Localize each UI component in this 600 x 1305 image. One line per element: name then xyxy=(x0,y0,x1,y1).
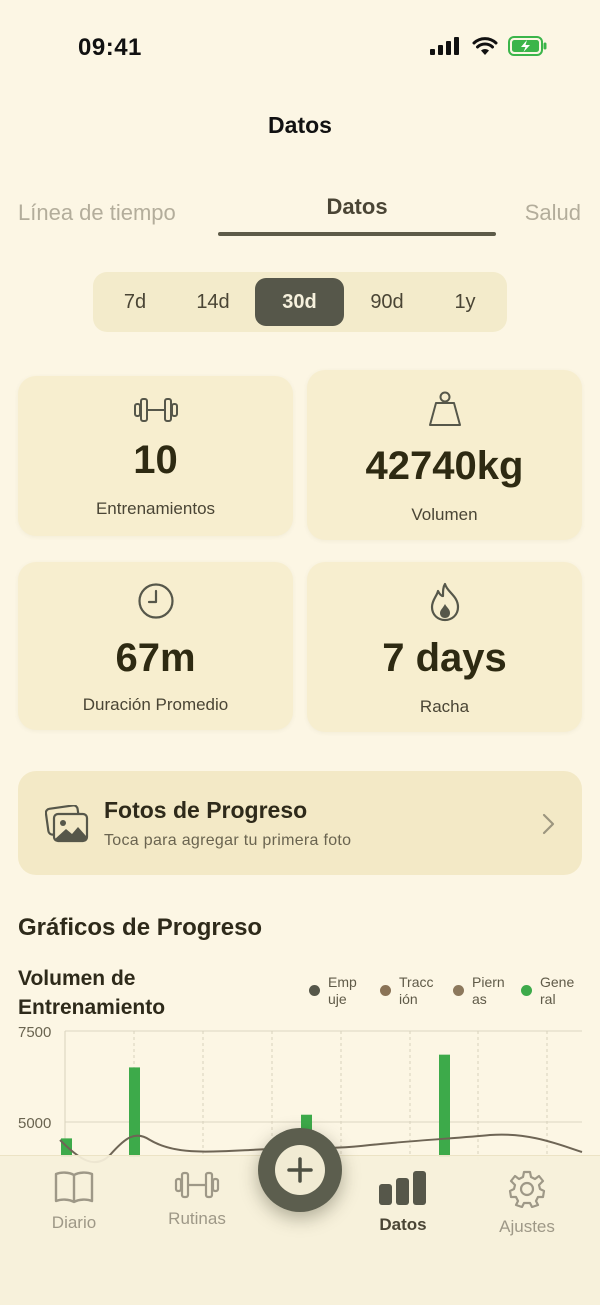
stat-card-volume: 42740kg Volumen xyxy=(307,370,582,540)
add-workout-button[interactable] xyxy=(258,1128,342,1212)
range-1y[interactable]: 1y xyxy=(433,278,497,326)
workouts-label: Entrenamientos xyxy=(95,499,216,518)
legend-dot xyxy=(380,985,391,996)
legend-label: General xyxy=(540,974,575,1007)
tab-timeline[interactable]: Línea de tiempo xyxy=(18,200,176,226)
photos-icon xyxy=(45,805,89,843)
legend-item-legs: Piernas xyxy=(453,974,508,1008)
status-icons xyxy=(430,36,548,56)
tab-settings[interactable]: Ajustes xyxy=(472,1170,582,1237)
bar-general[interactable] xyxy=(439,1054,450,1157)
plus-icon xyxy=(275,1145,325,1195)
plus-glyph xyxy=(287,1157,313,1183)
tab-label: Rutinas xyxy=(168,1209,226,1228)
signal-icon xyxy=(430,37,459,55)
legend-item-pull: Tracción xyxy=(380,974,435,1008)
legend-label: Tracción xyxy=(399,974,434,1007)
y-tick-label: 5000 xyxy=(18,1115,51,1132)
chevron-right-icon xyxy=(542,813,555,835)
range-90d[interactable]: 90d xyxy=(351,278,423,326)
range-selector: 7d 14d 30d 90d 1y xyxy=(93,272,507,332)
volume-label: Volumen xyxy=(411,505,478,524)
battery-icon xyxy=(508,36,547,56)
tab-underline xyxy=(218,232,496,236)
stat-card-workouts: 10 Entrenamientos xyxy=(18,376,293,536)
section-title: Gráficos de Progreso xyxy=(18,914,263,941)
photos-title: Fotos de Progreso xyxy=(104,797,308,823)
range-30d[interactable]: 30d xyxy=(255,278,344,326)
range-14d[interactable]: 14d xyxy=(177,278,249,326)
photos-subtitle: Toca para agregar tu primera foto xyxy=(104,832,352,849)
page-title: Datos xyxy=(268,112,332,138)
clock-icon xyxy=(137,583,174,619)
streak-value: 7 days xyxy=(382,636,507,680)
tab-diary[interactable]: Diario xyxy=(19,1170,129,1233)
legend-label: Empuje xyxy=(328,974,357,1007)
dumbbell-icon xyxy=(174,1171,220,1199)
legend-item-general: General xyxy=(521,974,576,1008)
dumbbell-icon xyxy=(133,398,178,422)
tab-label: Datos xyxy=(379,1215,427,1234)
bar-general[interactable] xyxy=(129,1067,140,1157)
tab-health[interactable]: Salud xyxy=(525,200,581,226)
tab-data[interactable]: Datos xyxy=(218,194,496,220)
streak-label: Racha xyxy=(419,697,470,716)
legend-item-push: Empuje xyxy=(309,974,364,1008)
workouts-value: 10 xyxy=(133,438,178,482)
weight-icon xyxy=(428,391,461,426)
chart-title: Volumen de Entrenamiento xyxy=(18,967,166,1019)
gear-icon xyxy=(508,1170,546,1209)
stat-card-duration: 67m Duración Promedio xyxy=(18,562,293,730)
tab-routines[interactable]: Rutinas xyxy=(142,1170,252,1229)
y-tick-label: 7500 xyxy=(18,1024,51,1041)
book-icon xyxy=(54,1171,94,1204)
legend-dot xyxy=(453,985,464,996)
duration-label: Duración Promedio xyxy=(82,695,229,714)
stat-card-streak: 7 days Racha xyxy=(307,562,582,732)
tab-label: Diario xyxy=(51,1213,97,1232)
legend-dot xyxy=(309,985,320,996)
legend-label: Piernas xyxy=(472,974,505,1007)
volume-value: 42740kg xyxy=(365,444,524,488)
range-7d[interactable]: 7d xyxy=(103,278,167,326)
tab-label: Ajustes xyxy=(499,1217,555,1236)
duration-value: 67m xyxy=(115,636,196,680)
legend-dot xyxy=(521,985,532,996)
wifi-icon xyxy=(472,36,498,55)
tab-data-nav[interactable]: Datos xyxy=(348,1170,458,1235)
flame-icon xyxy=(430,582,459,622)
status-time: 09:41 xyxy=(78,34,142,61)
bar-chart-icon xyxy=(379,1171,426,1205)
